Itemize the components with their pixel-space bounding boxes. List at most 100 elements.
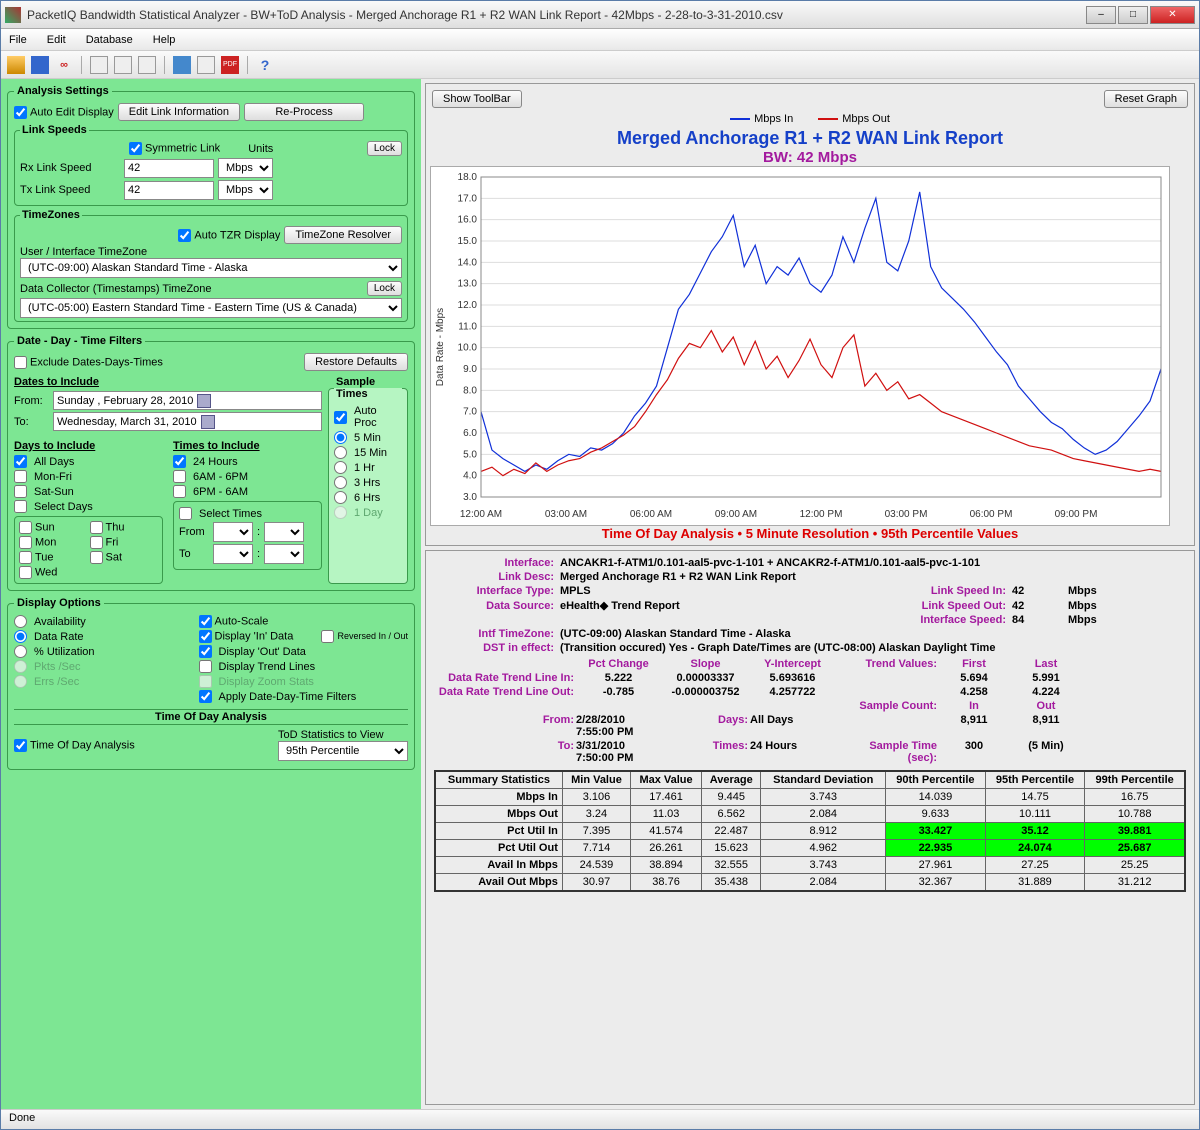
pdf-icon[interactable]: PDF [221,56,239,74]
reprocess-button[interactable]: Re-Process [244,103,364,121]
open-icon[interactable] [7,56,25,74]
svg-text:12.0: 12.0 [458,300,478,311]
maximize-button[interactable]: □ [1118,6,1148,24]
collector-tz-select[interactable]: (UTC-05:00) Eastern Standard Time - East… [20,298,402,318]
symmetric-link-check[interactable]: Symmetric Link [129,142,220,155]
day-mon[interactable]: Mon [19,536,88,549]
auto-proc-check[interactable]: Auto Proc [334,405,402,429]
tod-stats-select[interactable]: 95th Percentile [278,741,408,761]
rx-unit-select[interactable]: Mbps [218,158,273,178]
sample-3hrs[interactable]: 3 Hrs [334,476,402,489]
tx-unit-select[interactable]: Mbps [218,180,273,200]
export-icon[interactable] [197,56,215,74]
svg-text:7.0: 7.0 [463,407,477,418]
svg-text:12:00 PM: 12:00 PM [800,509,843,520]
calendar-icon[interactable] [197,394,211,408]
tz-lock-button[interactable]: Lock [367,281,402,296]
to-date-picker[interactable]: Wednesday, March 31, 2010 [53,412,322,431]
sample-6hrs[interactable]: 6 Hrs [334,491,402,504]
pkts-sec-radio: Pkts /Sec [14,660,189,673]
auto-scale-check[interactable]: Auto-Scale [199,615,269,628]
auto-edit-display-check[interactable]: Auto Edit Display [14,106,114,119]
from-date-picker[interactable]: Sunday , February 28, 2010 [53,391,322,410]
lsout-label: Link Speed Out: [896,600,1006,612]
interface-label: Interface: [434,557,554,569]
restore-defaults-button[interactable]: Restore Defaults [304,353,408,371]
svg-text:8.0: 8.0 [463,385,477,396]
exclude-check[interactable]: Exclude Dates-Days-Times [14,356,163,369]
print-icon[interactable] [138,56,156,74]
sat-sun-check[interactable]: Sat-Sun [14,485,163,498]
dst-label: DST in effect: [434,642,554,654]
rx-speed-input[interactable] [124,159,214,178]
6am-6pm-check[interactable]: 6AM - 6PM [173,470,322,483]
reversed-check[interactable]: Reversed In / Out [321,630,408,643]
display-zoom-check: Display Zoom Stats [199,675,408,688]
menu-file[interactable]: File [9,34,27,46]
sample-1hr[interactable]: 1 Hr [334,461,402,474]
svg-text:03:00 AM: 03:00 AM [545,509,587,520]
time-to-h[interactable] [213,544,253,564]
sample-15min[interactable]: 15 Min [334,446,402,459]
sample-1day[interactable]: 1 Day [334,506,402,519]
svg-text:16.0: 16.0 [458,215,478,226]
time-to-m[interactable] [264,544,304,564]
day-sun[interactable]: Sun [19,521,88,534]
copy-icon[interactable] [114,56,132,74]
mon-fri-check[interactable]: Mon-Fri [14,470,163,483]
day-tue[interactable]: Tue [19,551,88,564]
link-icon[interactable]: ∞ [55,56,73,74]
day-fri[interactable]: Fri [90,536,159,549]
select-days-check[interactable]: Select Days [14,500,163,513]
utilization-radio[interactable]: % Utilization [14,645,189,658]
display-out-check[interactable]: Display 'Out' Data [199,645,408,658]
24hours-check[interactable]: 24 Hours [173,455,322,468]
rx-speed-label: Rx Link Speed [20,162,120,174]
calendar-icon[interactable] [201,415,215,429]
link-speeds-group: Link Speeds Symmetric Link Units Lock Rx… [14,124,408,206]
tx-speed-input[interactable] [124,181,214,200]
day-wed[interactable]: Wed [19,566,88,579]
settings-panel: Analysis Settings Auto Edit Display Edit… [1,79,421,1109]
show-toolbar-button[interactable]: Show ToolBar [432,90,522,108]
statusbar: Done [1,1109,1199,1129]
user-tz-select[interactable]: (UTC-09:00) Alaskan Standard Time - Alas… [20,258,402,278]
menu-edit[interactable]: Edit [47,34,66,46]
menu-database[interactable]: Database [86,34,133,46]
dsrc-value: eHealth◆ Trend Report [560,599,890,612]
menu-help[interactable]: Help [153,34,176,46]
chart-area[interactable]: 3.04.05.06.07.08.09.010.011.012.013.014.… [430,166,1170,526]
sample-5min[interactable]: 5 Min [334,431,402,444]
chart-subtitle: BW: 42 Mbps [430,149,1190,166]
data-rate-radio[interactable]: Data Rate [14,630,189,643]
link-lock-button[interactable]: Lock [367,141,402,156]
select-times-check[interactable]: Select Times [179,507,316,520]
minimize-button[interactable]: – [1086,6,1116,24]
auto-tzr-check[interactable]: Auto TZR Display [178,229,280,242]
time-from-m[interactable] [264,522,304,542]
svg-text:06:00 AM: 06:00 AM [630,509,672,520]
day-thu[interactable]: Thu [90,521,159,534]
save-icon[interactable] [173,56,191,74]
filters-group: Date - Day - Time Filters Exclude Dates-… [7,335,415,591]
tod-analysis-check[interactable]: Time Of Day Analysis [14,739,135,752]
close-button[interactable]: ✕ [1150,6,1195,24]
wizard-icon[interactable] [31,56,49,74]
tz-resolver-button[interactable]: TimeZone Resolver [284,226,402,244]
apply-filters-check[interactable]: Apply Date-Day-Time Filters [199,690,408,703]
edit-link-button[interactable]: Edit Link Information [118,103,240,121]
svg-text:11.0: 11.0 [458,321,477,332]
linkdesc-label: Link Desc: [434,571,554,583]
new-icon[interactable] [90,56,108,74]
display-trend-check[interactable]: Display Trend Lines [199,660,408,673]
availability-radio[interactable]: Availability [14,615,189,628]
help-icon[interactable]: ? [256,56,274,74]
display-in-check[interactable]: Display 'In' Data [199,630,294,643]
reset-graph-button[interactable]: Reset Graph [1104,90,1188,108]
day-sat[interactable]: Sat [90,551,159,564]
6pm-6am-check[interactable]: 6PM - 6AM [173,485,322,498]
itype-label: Interface Type: [434,585,554,597]
time-from-h[interactable] [213,522,253,542]
all-days-check[interactable]: All Days [14,455,163,468]
window-title: PacketIQ Bandwidth Statistical Analyzer … [27,8,1086,22]
